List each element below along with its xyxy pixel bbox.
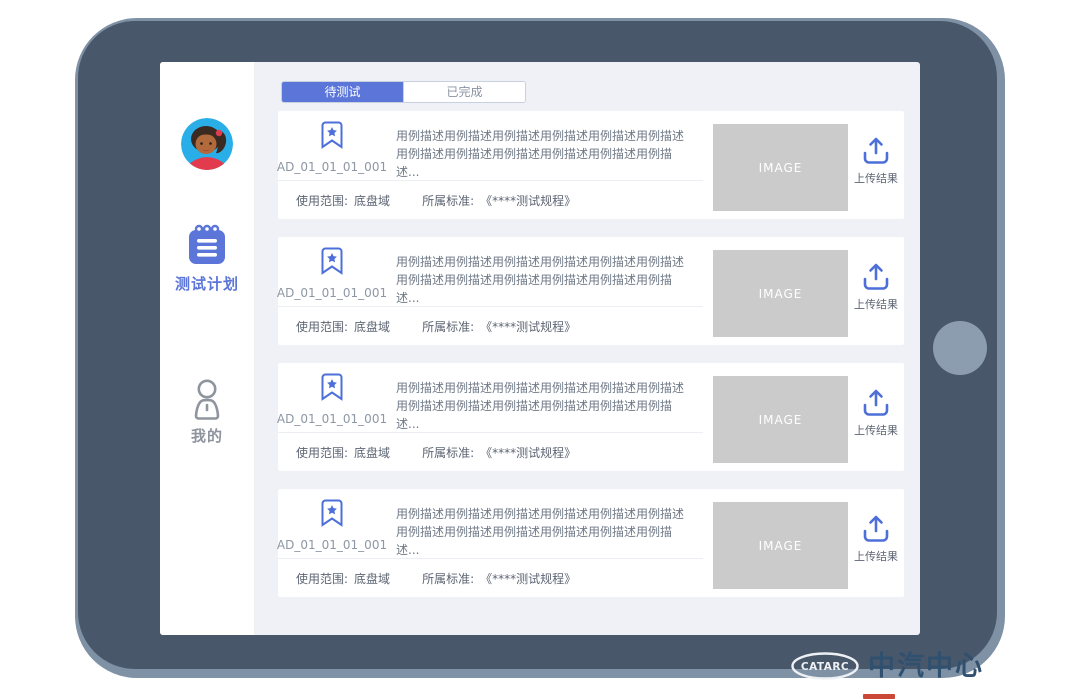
catarc-logo: CATARC 中汽中心 xyxy=(790,652,984,682)
sidebar-item-label: 测试计划 xyxy=(175,273,239,294)
standard-value: 《****测试规程》 xyxy=(480,446,576,460)
home-button xyxy=(933,321,987,375)
sidebar: 测试计划 我的 xyxy=(160,62,255,635)
case-id: AD_01_01_01_001 xyxy=(277,538,387,552)
standard-label: 所属标准: xyxy=(422,572,474,586)
scope-value: 底盘域 xyxy=(354,446,390,460)
tab-bar: 待测试 已完成 xyxy=(281,81,526,103)
standard-value: 《****测试规程》 xyxy=(480,194,576,208)
test-case-card: AD_01_01_01_001 用例描述用例描述用例描述用例描述用例描述用例描述… xyxy=(278,111,904,219)
case-description: 用例描述用例描述用例描述用例描述用例描述用例描述用例描述用例描述用例描述用例描述… xyxy=(386,363,703,432)
upload-icon xyxy=(861,262,891,292)
upload-label: 上传结果 xyxy=(854,170,898,186)
test-case-card: AD_01_01_01_001 用例描述用例描述用例描述用例描述用例描述用例描述… xyxy=(278,489,904,597)
case-id: AD_01_01_01_001 xyxy=(277,160,387,174)
result-image-placeholder: IMAGE xyxy=(713,124,848,211)
catarc-abbr: CATARC xyxy=(801,661,849,673)
upload-result-button[interactable]: 上传结果 xyxy=(848,355,904,471)
bookmark-icon xyxy=(321,121,343,149)
upload-icon xyxy=(861,136,891,166)
scope-value: 底盘域 xyxy=(354,194,390,208)
upload-label: 上传结果 xyxy=(854,422,898,438)
logo-red-mark xyxy=(863,694,895,699)
upload-icon xyxy=(861,514,891,544)
upload-label: 上传结果 xyxy=(854,548,898,564)
test-case-card: AD_01_01_01_001 用例描述用例描述用例描述用例描述用例描述用例描述… xyxy=(278,363,904,471)
sidebar-item-label: 我的 xyxy=(191,425,223,446)
standard-label: 所属标准: xyxy=(422,194,474,208)
image-placeholder-text: IMAGE xyxy=(759,539,803,553)
tab-completed[interactable]: 已完成 xyxy=(403,82,525,102)
scope-label: 使用范围: xyxy=(296,194,348,208)
standard-label: 所属标准: xyxy=(422,446,474,460)
result-image-placeholder: IMAGE xyxy=(713,250,848,337)
case-description: 用例描述用例描述用例描述用例描述用例描述用例描述用例描述用例描述用例描述用例描述… xyxy=(386,111,703,180)
scope-label: 使用范围: xyxy=(296,446,348,460)
content-area: 待测试 已完成 AD_01_01_01_001 xyxy=(255,62,920,635)
upload-result-button[interactable]: 上传结果 xyxy=(848,481,904,597)
app-screen: 测试计划 我的 待测试 已完成 xyxy=(160,62,920,635)
result-image-placeholder: IMAGE xyxy=(713,502,848,589)
bookmark-icon xyxy=(321,499,343,527)
standard-value: 《****测试规程》 xyxy=(480,572,576,586)
notepad-icon xyxy=(185,222,229,268)
case-description: 用例描述用例描述用例描述用例描述用例描述用例描述用例描述用例描述用例描述用例描述… xyxy=(386,237,703,306)
test-case-list: AD_01_01_01_001 用例描述用例描述用例描述用例描述用例描述用例描述… xyxy=(278,111,904,597)
image-placeholder-text: IMAGE xyxy=(759,161,803,175)
upload-icon xyxy=(861,388,891,418)
result-image-placeholder: IMAGE xyxy=(713,376,848,463)
upload-result-button[interactable]: 上传结果 xyxy=(848,103,904,219)
image-placeholder-text: IMAGE xyxy=(759,287,803,301)
case-id: AD_01_01_01_001 xyxy=(277,412,387,426)
upload-result-button[interactable]: 上传结果 xyxy=(848,229,904,345)
upload-label: 上传结果 xyxy=(854,296,898,312)
bookmark-icon xyxy=(321,247,343,275)
sidebar-item-mine[interactable]: 我的 xyxy=(187,378,227,446)
catarc-ellipse-icon: CATARC xyxy=(790,652,860,680)
standard-value: 《****测试规程》 xyxy=(480,320,576,334)
tablet-frame: 测试计划 我的 待测试 已完成 xyxy=(75,18,1005,678)
scope-value: 底盘域 xyxy=(354,320,390,334)
scope-label: 使用范围: xyxy=(296,320,348,334)
sidebar-item-test-plan[interactable]: 测试计划 xyxy=(175,222,239,294)
person-icon xyxy=(187,378,227,420)
bookmark-icon xyxy=(321,373,343,401)
test-case-card: AD_01_01_01_001 用例描述用例描述用例描述用例描述用例描述用例描述… xyxy=(278,237,904,345)
user-avatar[interactable] xyxy=(181,118,233,170)
avatar-girl-icon xyxy=(181,118,233,170)
image-placeholder-text: IMAGE xyxy=(759,413,803,427)
catarc-name: 中汽中心 xyxy=(868,652,984,682)
scope-label: 使用范围: xyxy=(296,572,348,586)
tab-pending-test[interactable]: 待测试 xyxy=(282,82,403,102)
case-id: AD_01_01_01_001 xyxy=(277,286,387,300)
standard-label: 所属标准: xyxy=(422,320,474,334)
scope-value: 底盘域 xyxy=(354,572,390,586)
case-description: 用例描述用例描述用例描述用例描述用例描述用例描述用例描述用例描述用例描述用例描述… xyxy=(386,489,703,558)
